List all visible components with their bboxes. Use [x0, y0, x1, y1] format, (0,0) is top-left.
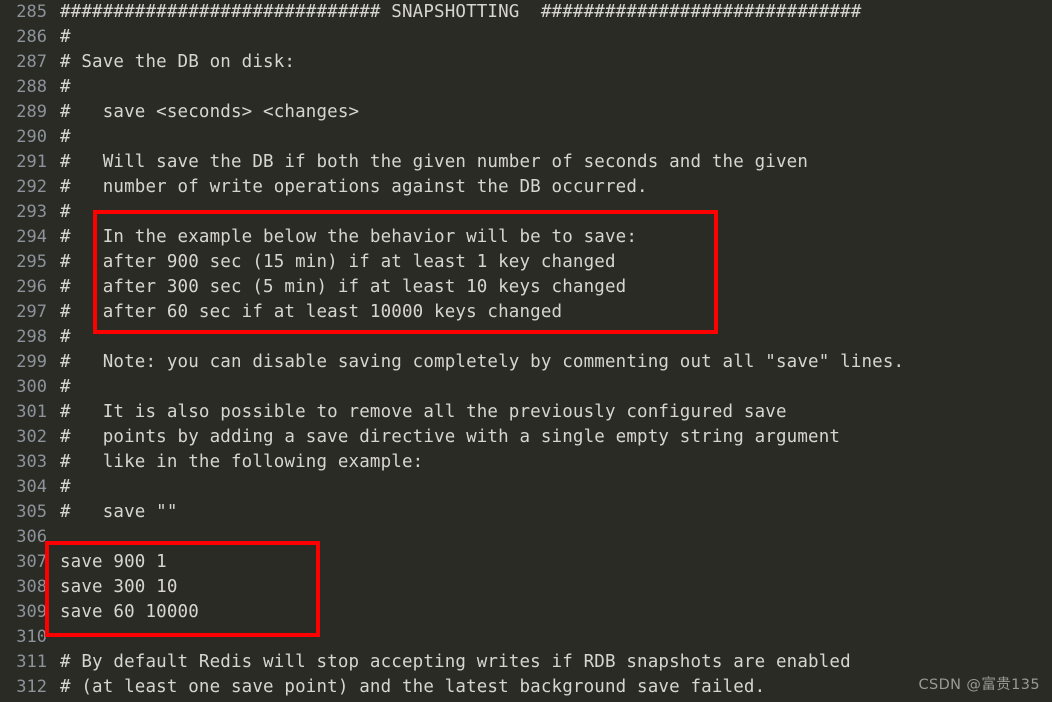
code-line[interactable]: 286 #	[0, 25, 1052, 50]
code-line[interactable]: 310	[0, 625, 1052, 650]
screenshot-root: 285 ############################## SNAPSH…	[0, 0, 1052, 702]
code-line[interactable]: 305 # save ""	[0, 500, 1052, 525]
code-line[interactable]: 295 # after 900 sec (15 min) if at least …	[0, 250, 1052, 275]
code-line[interactable]: 311 # By default Redis will stop acceptin…	[0, 650, 1052, 675]
code-line-text[interactable]: # number of write operations against the…	[60, 175, 648, 200]
line-number: 290	[16, 127, 47, 147]
code-line[interactable]: 287 # Save the DB on disk:	[0, 50, 1052, 75]
code-line-text[interactable]: #	[60, 475, 71, 500]
line-number: 305	[16, 502, 47, 522]
line-number: 302	[16, 427, 47, 447]
code-line-text[interactable]: # like in the following example:	[60, 450, 423, 475]
code-line[interactable]: 302 # points by adding a save directive w…	[0, 425, 1052, 450]
line-number: 306	[16, 527, 47, 547]
code-line[interactable]: 293 #	[0, 200, 1052, 225]
code-line-text[interactable]: #	[60, 200, 71, 225]
code-line[interactable]: 288 #	[0, 75, 1052, 100]
code-line-text[interactable]: save 900 1	[60, 550, 167, 575]
code-line-text[interactable]: # save <seconds> <changes>	[60, 100, 359, 125]
code-line-text[interactable]: #	[60, 75, 71, 100]
code-line[interactable]: 304 #	[0, 475, 1052, 500]
code-line-text[interactable]: save 60 10000	[60, 600, 199, 625]
code-line[interactable]: 306	[0, 525, 1052, 550]
code-line-text[interactable]: # after 900 sec (15 min) if at least 1 k…	[60, 250, 616, 275]
code-line[interactable]: 303 # like in the following example:	[0, 450, 1052, 475]
code-line[interactable]: 307 save 900 1	[0, 550, 1052, 575]
code-line-text[interactable]: #	[60, 375, 71, 400]
line-number: 289	[16, 102, 47, 122]
code-line[interactable]: 299 # Note: you can disable saving comple…	[0, 350, 1052, 375]
line-number: 291	[16, 152, 47, 172]
line-number: 307	[16, 552, 47, 572]
code-line-text[interactable]: # points by adding a save directive with…	[60, 425, 840, 450]
code-line-text[interactable]: #	[60, 125, 71, 150]
code-line[interactable]: 296 # after 300 sec (5 min) if at least 1…	[0, 275, 1052, 300]
code-line-text[interactable]: # It is also possible to remove all the …	[60, 400, 787, 425]
line-number: 287	[16, 52, 47, 72]
line-number: 295	[16, 252, 47, 272]
line-number: 296	[16, 277, 47, 297]
code-line[interactable]: 300 #	[0, 375, 1052, 400]
line-number: 312	[16, 677, 47, 697]
csdn-watermark: CSDN @富贵135	[918, 677, 1040, 693]
code-line[interactable]: 291 # Will save the DB if both the given …	[0, 150, 1052, 175]
code-line-text[interactable]: # Save the DB on disk:	[60, 50, 295, 75]
line-number: 285	[16, 2, 47, 22]
line-number: 288	[16, 77, 47, 97]
code-line-text[interactable]: # In the example below the behavior will…	[60, 225, 637, 250]
code-line[interactable]: 301 # It is also possible to remove all t…	[0, 400, 1052, 425]
code-line-text[interactable]: # after 300 sec (5 min) if at least 10 k…	[60, 275, 626, 300]
code-line-text[interactable]: # Will save the DB if both the given num…	[60, 150, 808, 175]
code-line[interactable]: 285 ############################## SNAPSH…	[0, 0, 1052, 25]
line-number: 298	[16, 327, 47, 347]
line-number: 294	[16, 227, 47, 247]
line-number: 311	[16, 652, 47, 672]
code-line-text[interactable]: save 300 10	[60, 575, 178, 600]
line-number: 293	[16, 202, 47, 222]
code-line[interactable]: 309 save 60 10000	[0, 600, 1052, 625]
line-number: 292	[16, 177, 47, 197]
code-line[interactable]: 292 # number of write operations against …	[0, 175, 1052, 200]
code-line-text[interactable]: # (at least one save point) and the late…	[60, 675, 765, 700]
line-number: 303	[16, 452, 47, 472]
code-line[interactable]: 308 save 300 10	[0, 575, 1052, 600]
line-number: 297	[16, 302, 47, 322]
code-line-text[interactable]: #	[60, 25, 71, 50]
line-number: 309	[16, 602, 47, 622]
code-line-text[interactable]: #	[60, 325, 71, 350]
code-line[interactable]: 289 # save <seconds> <changes>	[0, 100, 1052, 125]
code-line-text[interactable]: # save ""	[60, 500, 178, 525]
code-line[interactable]: 290 #	[0, 125, 1052, 150]
code-line-text[interactable]: ############################## SNAPSHOTT…	[60, 0, 861, 25]
line-number: 308	[16, 577, 47, 597]
code-line-text[interactable]: # Note: you can disable saving completel…	[60, 350, 904, 375]
line-number: 304	[16, 477, 47, 497]
code-editor[interactable]: 285 ############################## SNAPSH…	[0, 0, 1052, 702]
line-number: 301	[16, 402, 47, 422]
code-line[interactable]: 298 #	[0, 325, 1052, 350]
line-number: 286	[16, 27, 47, 47]
code-line[interactable]: 294 # In the example below the behavior w…	[0, 225, 1052, 250]
code-line[interactable]: 297 # after 60 sec if at least 10000 keys…	[0, 300, 1052, 325]
line-number: 299	[16, 352, 47, 372]
code-line-text[interactable]: # By default Redis will stop accepting w…	[60, 650, 851, 675]
code-line[interactable]: 312 # (at least one save point) and the l…	[0, 675, 1052, 700]
line-number: 300	[16, 377, 47, 397]
line-number: 310	[16, 627, 47, 647]
code-line-text[interactable]: # after 60 sec if at least 10000 keys ch…	[60, 300, 562, 325]
